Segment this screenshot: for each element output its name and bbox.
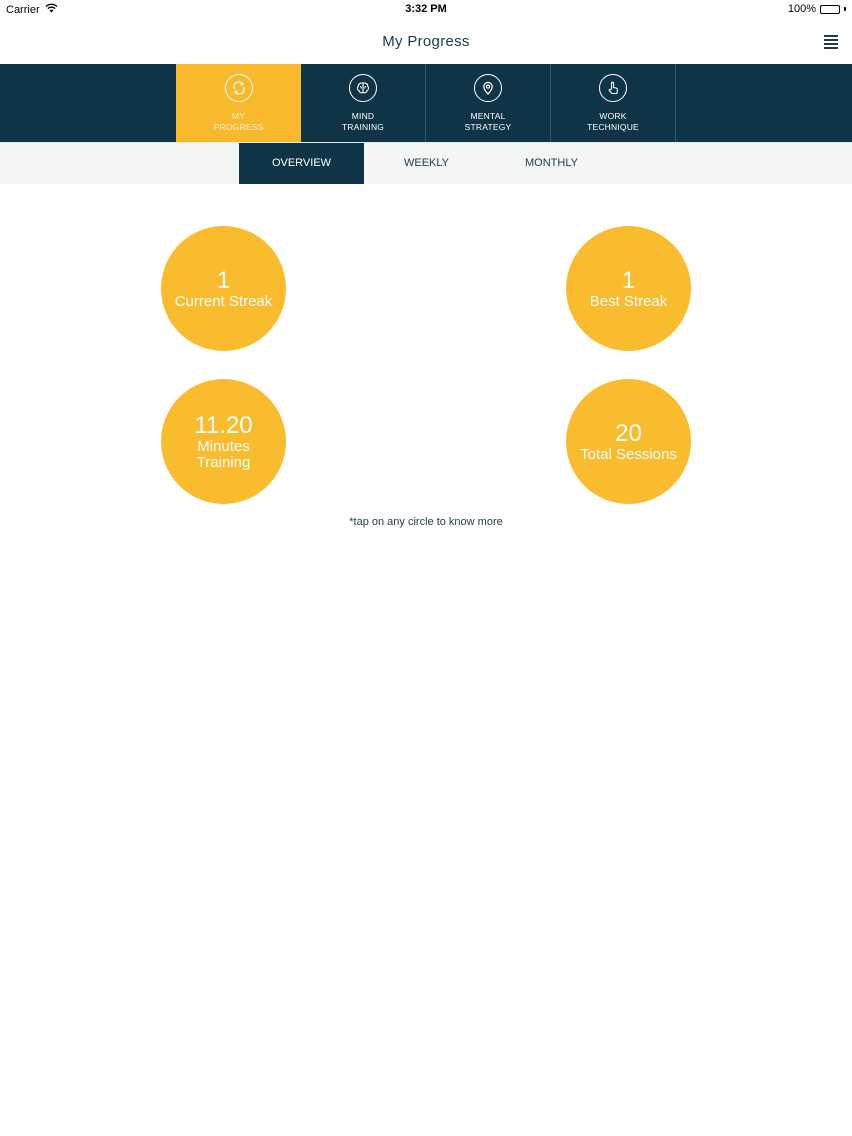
best-streak-label: Best Streak	[589, 292, 668, 310]
status-bar: Carrier 3:32 PM 100%	[0, 0, 852, 20]
tab-work-technique-label: WORK TECHNIQUE	[587, 111, 639, 132]
sub-tabs: OVERVIEW WEEKLY MONTHLY	[239, 143, 614, 184]
hamburger-icon	[824, 35, 838, 37]
tab-my-progress-label: MY PROGRESS	[213, 111, 264, 132]
tab-mind-training-label: MIND TRAINING	[341, 111, 385, 132]
tab-mental-strategy-label: MENTAL STRATEGY	[464, 111, 512, 132]
location-pin-icon	[474, 74, 502, 102]
sub-tab-bar: OVERVIEW WEEKLY MONTHLY	[0, 142, 852, 184]
tab-overview[interactable]: OVERVIEW	[239, 143, 364, 184]
tab-mental-strategy[interactable]: MENTAL STRATEGY	[426, 64, 551, 142]
hint-text: *tap on any circle to know more	[349, 516, 503, 528]
total-sessions-label: Total Sessions	[580, 445, 677, 463]
current-streak-value: 1	[216, 266, 231, 294]
status-time: 3:32 PM	[405, 3, 447, 15]
tab-weekly[interactable]: WEEKLY	[364, 143, 489, 184]
total-sessions-value: 20	[615, 419, 642, 447]
best-streak-circle[interactable]: 1 Best Streak	[566, 226, 691, 351]
brain-icon	[349, 74, 377, 102]
tab-work-technique[interactable]: WORK TECHNIQUE	[551, 64, 676, 142]
minutes-training-value: 11.20	[194, 411, 253, 439]
battery-percent: 100%	[787, 3, 816, 15]
battery-tip	[844, 7, 846, 11]
tab-monthly[interactable]: MONTHLY	[489, 143, 614, 184]
battery-icon	[820, 4, 840, 14]
section-tabs: MY PROGRESS MIND TRAINING MENTAL STRATEG…	[176, 64, 676, 142]
nav-bar: My Progress	[0, 20, 852, 64]
page-title: My Progress	[382, 33, 470, 50]
current-streak-label: Current Streak	[174, 292, 273, 310]
hand-pointer-icon	[599, 74, 627, 102]
tab-mind-training[interactable]: MIND TRAINING	[301, 64, 426, 142]
total-sessions-circle[interactable]: 20 Total Sessions	[566, 379, 691, 504]
refresh-icon	[224, 74, 253, 102]
current-streak-circle[interactable]: 1 Current Streak	[161, 226, 286, 351]
menu-button[interactable]	[824, 35, 838, 49]
best-streak-value: 1	[621, 266, 636, 294]
tab-my-progress[interactable]: MY PROGRESS	[176, 64, 301, 142]
minutes-training-circle[interactable]: 11.20 Minutes Training	[161, 379, 286, 504]
minutes-training-label: Minutes Training	[196, 437, 251, 471]
section-bar: MY PROGRESS MIND TRAINING MENTAL STRATEG…	[0, 64, 852, 142]
status-right: 100%	[788, 3, 846, 15]
